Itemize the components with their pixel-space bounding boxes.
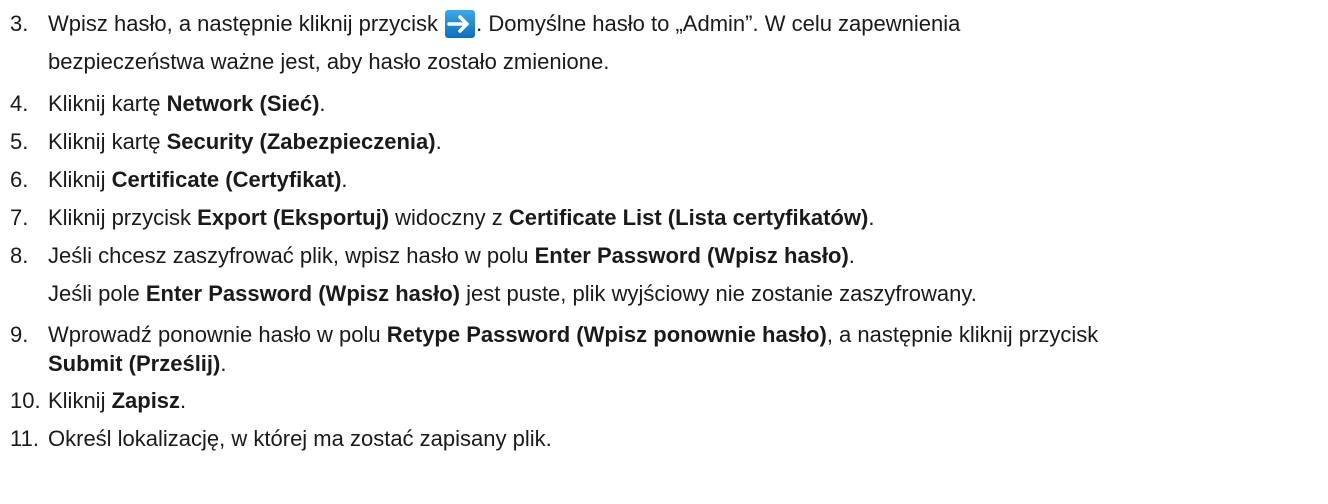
step-text: . <box>319 91 326 116</box>
step-8: 8. Jeśli chcesz zaszyfrować plik, wpisz … <box>0 237 1328 275</box>
step-text: . <box>435 129 442 154</box>
instruction-steps: 3. Wpisz hasło, a następnie kliknij przy… <box>0 0 1328 451</box>
step-number: 11. <box>10 426 39 451</box>
step-text: Kliknij kartę <box>48 129 167 154</box>
step-11: 11. Określ lokalizację, w której ma zost… <box>0 420 1328 458</box>
step-text: . Domyślne hasło to „Admin”. W celu zape… <box>476 11 961 36</box>
ui-term: Enter Password (Wpisz hasło) <box>534 243 849 268</box>
ui-term: Certificate (Certyfikat) <box>111 167 342 192</box>
step-4: 4. Kliknij kartę Network (Sieć). <box>0 85 1328 123</box>
step-text: Wprowadź ponownie hasło w polu <box>48 322 387 347</box>
ui-term: Enter Password (Wpisz hasło) <box>145 281 461 306</box>
step-text: . <box>341 167 348 192</box>
step-number: 7. <box>10 205 29 230</box>
step-3: 3. Wpisz hasło, a następnie kliknij przy… <box>0 5 1328 43</box>
step-text: . <box>180 388 187 413</box>
step-text: . <box>220 351 227 376</box>
step-text: Jeśli chcesz zaszyfrować plik, wpisz has… <box>48 243 535 268</box>
ui-term: Security (Zabezpieczenia) <box>166 129 436 154</box>
step-text: Kliknij <box>48 388 112 413</box>
ui-term: Certificate List (Lista certyfikatów) <box>508 205 869 230</box>
step-number: 4. <box>10 91 29 116</box>
ui-term: Export (Eksportuj) <box>197 205 390 230</box>
step-text: Kliknij kartę <box>48 91 167 116</box>
arrow-right-icon <box>445 10 476 38</box>
step-text: jest puste, plik wyjściowy nie zostanie … <box>460 281 977 306</box>
step-number: 9. <box>10 322 29 347</box>
step-10: 10. Kliknij Zapisz. <box>0 382 1328 420</box>
step-5: 5. Kliknij kartę Security (Zabezpieczeni… <box>0 123 1328 161</box>
step-text: Wpisz hasło, a następnie kliknij przycis… <box>48 11 445 36</box>
step-3-continuation: bezpieczeństwa ważne jest, aby hasło zos… <box>48 49 610 74</box>
step-number: 5. <box>10 129 29 154</box>
step-text: Określ lokalizację, w której ma zostać z… <box>48 426 552 451</box>
step-number: 10. <box>10 388 41 413</box>
step-7: 7. Kliknij przycisk Export (Eksportuj) w… <box>0 199 1328 237</box>
step-6: 6. Kliknij Certificate (Certyfikat). <box>0 161 1328 199</box>
step-text: . <box>848 243 855 268</box>
step-number: 6. <box>10 167 29 192</box>
ui-term: Submit (Prześlij) <box>48 351 221 376</box>
step-text: widoczny z <box>389 205 509 230</box>
step-text: Jeśli pole <box>48 281 146 306</box>
step-9: 9. Wprowadź ponownie hasło w polu Retype… <box>0 316 1328 382</box>
step-text: . <box>868 205 875 230</box>
ui-term: Network (Sieć) <box>166 91 320 116</box>
step-text: , a następnie kliknij przycisk <box>826 322 1099 347</box>
step-text: Kliknij <box>48 167 112 192</box>
ui-term: Zapisz <box>111 388 181 413</box>
step-number: 8. <box>10 243 29 268</box>
step-text: Kliknij przycisk <box>48 205 198 230</box>
step-8-note: Jeśli pole Enter Password (Wpisz hasło) … <box>0 275 1328 313</box>
step-number: 3. <box>10 11 29 36</box>
ui-term: Retype Password (Wpisz ponownie hasło) <box>386 322 827 347</box>
